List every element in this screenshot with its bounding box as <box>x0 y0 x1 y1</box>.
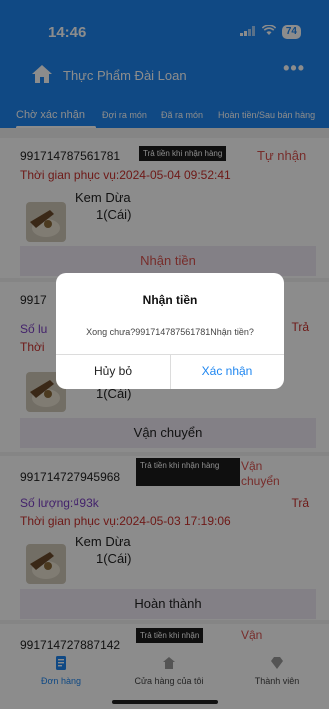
dialog-message: Xong chưa?991714787561781Nhận tiền? <box>86 327 254 337</box>
cancel-button[interactable]: Hủy bỏ <box>56 354 170 389</box>
confirm-button[interactable]: Xác nhận <box>170 354 284 389</box>
collect-money-dialog: Nhận tiền Xong chưa?991714787561781Nhận … <box>56 273 284 389</box>
home-indicator <box>112 700 218 704</box>
dialog-title: Nhận tiền <box>142 293 198 307</box>
